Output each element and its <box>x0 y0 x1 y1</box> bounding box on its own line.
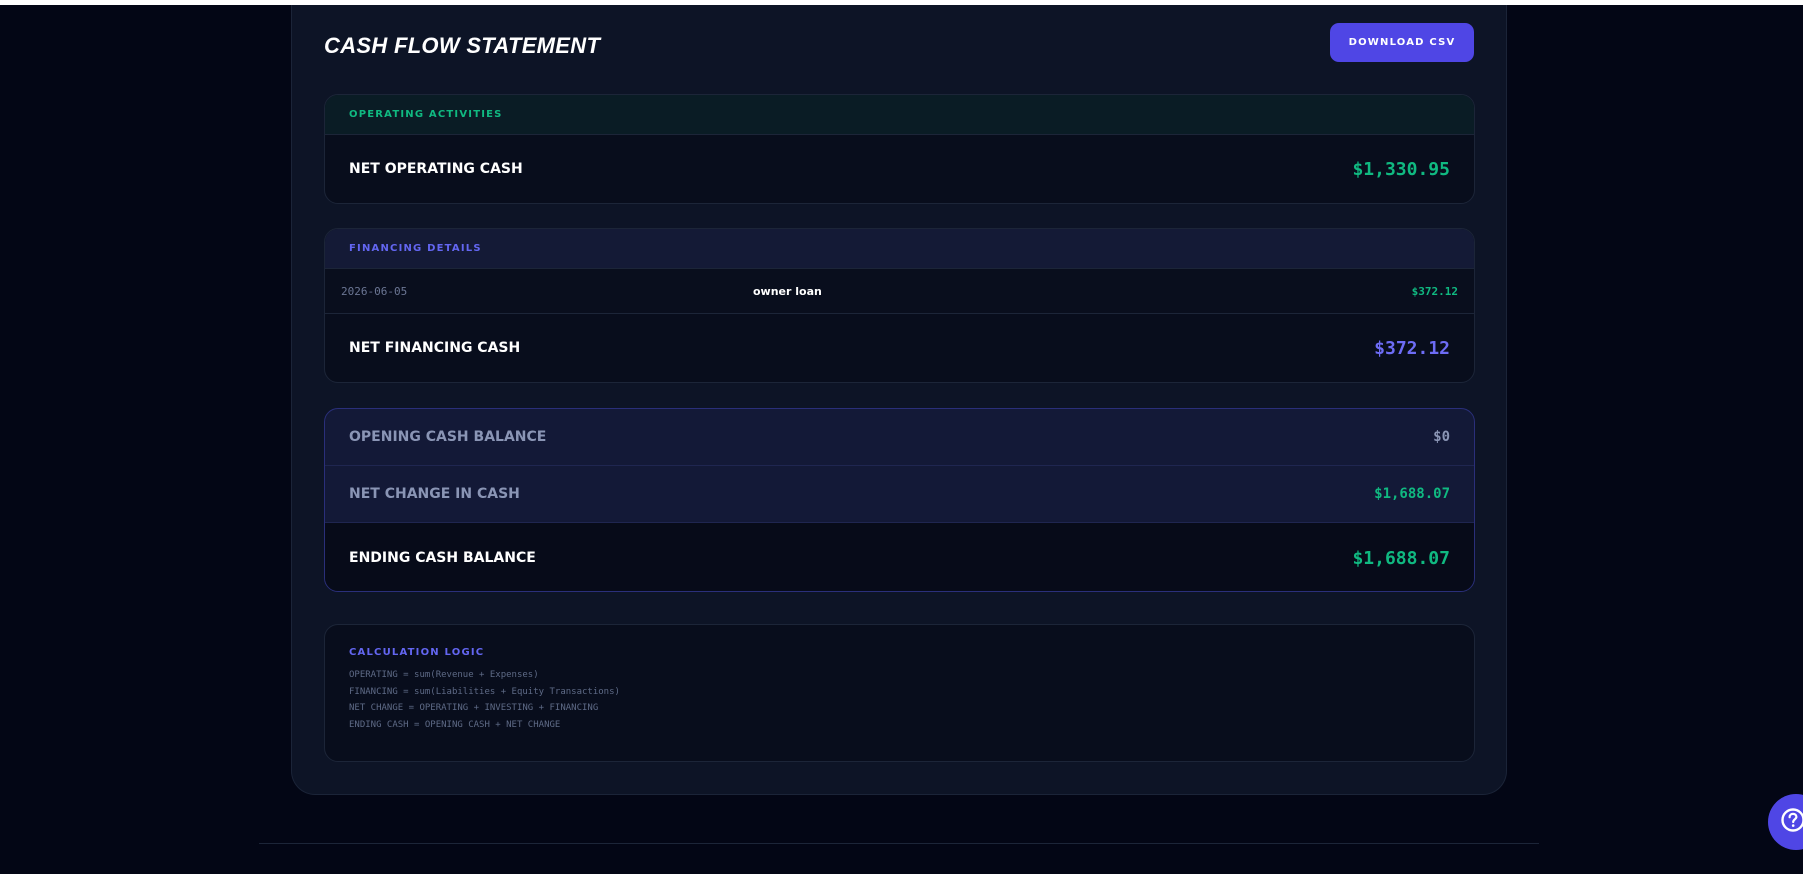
cash-flow-panel: CASH FLOW STATEMENT DOWNLOAD CSV OPERATI… <box>291 5 1507 795</box>
net-financing-cash-row: NET FINANCING CASH $372.12 <box>325 314 1474 382</box>
net-operating-cash-label: NET OPERATING CASH <box>349 161 523 177</box>
table-row[interactable]: 2026-06-05 owner loan $372.12 <box>325 269 1474 314</box>
transaction-amount: $372.12 <box>1411 284 1458 298</box>
financing-details-heading: FINANCING DETAILS <box>325 229 1474 269</box>
opening-cash-balance-value: $0 <box>1433 429 1450 445</box>
help-button[interactable] <box>1768 794 1803 850</box>
download-csv-button[interactable]: DOWNLOAD CSV <box>1330 23 1474 62</box>
calculation-logic-card: CALCULATION LOGIC OPERATING = sum(Revenu… <box>324 624 1475 762</box>
financing-details-card: FINANCING DETAILS 2026-06-05 owner loan … <box>324 228 1475 383</box>
logic-line: FINANCING = sum(Liabilities + Equity Tra… <box>349 686 620 697</box>
cash-balance-summary: OPENING CASH BALANCE $0 NET CHANGE IN CA… <box>324 408 1475 592</box>
net-operating-cash-value: $1,330.95 <box>1352 158 1450 180</box>
net-change-in-cash-row: NET CHANGE IN CASH $1,688.07 <box>325 466 1474 523</box>
page-title: CASH FLOW STATEMENT <box>324 33 601 58</box>
net-change-in-cash-value: $1,688.07 <box>1374 486 1450 502</box>
transaction-description: owner loan <box>753 284 822 298</box>
ending-cash-balance-value: $1,688.07 <box>1352 547 1450 569</box>
operating-activities-heading: OPERATING ACTIVITIES <box>325 95 1474 135</box>
ending-cash-balance-label: ENDING CASH BALANCE <box>349 550 536 566</box>
opening-cash-balance-label: OPENING CASH BALANCE <box>349 429 547 445</box>
opening-cash-balance-row: OPENING CASH BALANCE $0 <box>325 409 1474 466</box>
calculation-logic-heading: CALCULATION LOGIC <box>349 647 485 658</box>
help-icon <box>1780 807 1803 838</box>
transaction-date: 2026-06-05 <box>341 284 408 298</box>
footer-divider <box>259 843 1539 844</box>
logic-line: ENDING CASH = OPENING CASH + NET CHANGE <box>349 719 561 730</box>
net-financing-cash-label: NET FINANCING CASH <box>349 340 521 356</box>
ending-cash-balance-row: ENDING CASH BALANCE $1,688.07 <box>325 523 1474 591</box>
logic-line: OPERATING = sum(Revenue + Expenses) <box>349 670 539 680</box>
logic-line: NET CHANGE = OPERATING + INVESTING + FIN… <box>349 703 599 713</box>
net-financing-cash-value: $372.12 <box>1374 337 1450 359</box>
net-change-in-cash-label: NET CHANGE IN CASH <box>349 486 520 502</box>
net-operating-cash-row: NET OPERATING CASH $1,330.95 <box>325 135 1474 203</box>
operating-activities-card: OPERATING ACTIVITIES NET OPERATING CASH … <box>324 94 1475 204</box>
